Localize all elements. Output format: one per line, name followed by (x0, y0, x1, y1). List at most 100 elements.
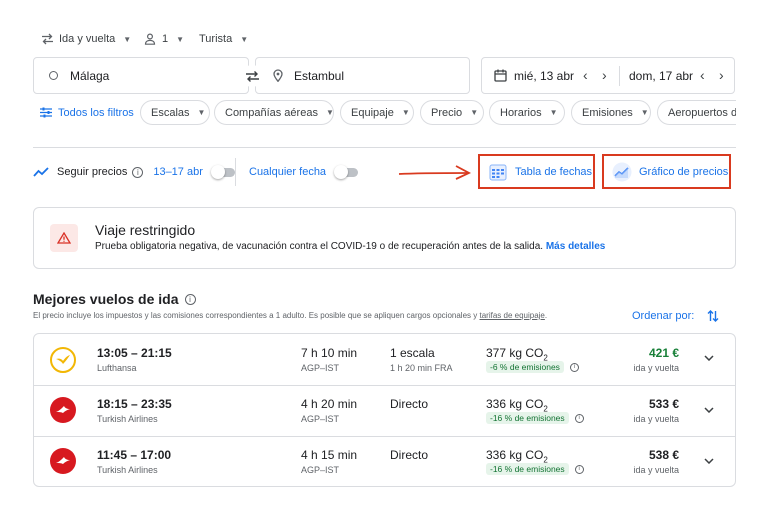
emissions: 377 kg CO2 (486, 346, 548, 362)
chip-label: Compañías aéreas (225, 106, 318, 119)
chevron-down-icon: ▼ (176, 34, 185, 44)
chip-precio[interactable]: Precio ▼ (420, 100, 484, 125)
info-icon[interactable]: i (574, 464, 584, 474)
sort-arrows-icon (707, 309, 719, 323)
filter-chip-bar: Escalas ▼ Compañías aéreas ▼ Equipaje ▼ Pre… (140, 100, 736, 126)
all-filters-label: Todos los filtros (58, 106, 134, 119)
swap-icon (245, 70, 259, 82)
info-icon[interactable]: i (574, 413, 584, 423)
depart-next-icon[interactable]: › (602, 67, 607, 83)
all-filters-button[interactable]: Todos los filtros (40, 104, 134, 121)
chip-escalas[interactable]: Escalas ▼ (140, 100, 210, 125)
duration: 4 h 20 min (301, 397, 358, 411)
price: 538 € (648, 448, 679, 462)
track-dates: 13–17 abr (153, 166, 203, 178)
emissions-delta: -6 % de emisiones i (486, 361, 579, 373)
return-prev-icon[interactable]: ‹ (700, 67, 705, 83)
chip-horarios[interactable]: Horarios ▼ (489, 100, 565, 125)
date-divider (619, 66, 620, 86)
filter-sliders-icon (40, 107, 52, 118)
expand-chevron-icon[interactable] (701, 350, 717, 366)
chip-equipaje[interactable]: Equipaje ▼ (340, 100, 414, 125)
person-icon (143, 32, 157, 46)
chevron-down-icon: ▼ (123, 34, 132, 44)
passengers-count: 1 (162, 33, 169, 45)
depart-prev-icon[interactable]: ‹ (583, 67, 588, 83)
emissions-badge: -16 % de emisiones (486, 412, 569, 424)
divider (33, 147, 736, 148)
info-icon[interactable]: i (132, 166, 144, 178)
route: AGP–IST (301, 465, 340, 475)
airline-name: Turkish Airlines (97, 414, 158, 424)
travel-restriction-banner: Viaje restringido Prueba obligatoria neg… (33, 207, 736, 269)
more-details-link[interactable]: Más detalles (546, 241, 605, 252)
chip-label: Equipaje (351, 106, 394, 119)
destination-value: Estambul (294, 68, 345, 83)
info-icon[interactable]: i (184, 293, 196, 305)
flight-times: 13:05 – 21:15 (97, 346, 172, 360)
sort-button[interactable]: Ordenar por: (632, 309, 719, 323)
annotation-arrow-icon (398, 165, 472, 180)
depart-date[interactable]: mié, 13 abr (494, 58, 574, 93)
any-date-toggle[interactable] (334, 165, 360, 179)
stops: Directo (390, 448, 429, 462)
chevron-down-icon: ▼ (325, 108, 334, 117)
chip-companias[interactable]: Compañías aéreas ▼ (214, 100, 334, 125)
stops: Directo (390, 397, 429, 411)
track-prices-toggle[interactable] (210, 165, 237, 179)
emissions-value: 336 kg CO (486, 397, 544, 411)
chip-emisiones[interactable]: Emisiones ▼ (571, 100, 651, 125)
sort-label: Ordenar por: (632, 310, 695, 322)
date-grid-label: Tabla de fechas (515, 165, 593, 178)
chevron-down-icon: ▼ (240, 34, 249, 44)
emissions: 336 kg CO2 (486, 397, 548, 413)
price: 533 € (648, 397, 679, 411)
flight-row[interactable]: 13:05 – 21:15 Lufthansa 7 h 10 min AGP–I… (34, 334, 735, 385)
chip-label: Emisiones (582, 106, 633, 119)
destination-field[interactable]: Estambul (255, 57, 470, 94)
info-icon[interactable]: i (569, 362, 579, 372)
location-pin-icon (273, 69, 283, 82)
price-graph-button[interactable]: Gráfico de precios (602, 154, 731, 189)
chevron-down-icon: ▼ (470, 108, 479, 117)
warning-icon (50, 224, 78, 252)
trip-type-select[interactable]: Ida y vuelta ▼ (40, 31, 131, 47)
results-title: Mejores vuelos de ida (33, 291, 179, 307)
date-range-field[interactable]: mié, 13 abr ‹ › dom, 17 abr ‹ › (481, 57, 735, 94)
chip-aeropuertos[interactable]: Aeropuertos de (657, 100, 736, 125)
flight-row[interactable]: 11:45 – 17:00 Turkish Airlines 4 h 15 mi… (34, 437, 735, 488)
passengers-select[interactable]: 1 ▼ (143, 31, 184, 47)
chevron-down-icon: ▼ (640, 108, 649, 117)
origin-field[interactable]: Málaga (33, 57, 249, 94)
route: AGP–IST (301, 414, 340, 424)
emissions-value: 336 kg CO (486, 448, 544, 462)
origin-circle-icon (49, 71, 58, 80)
trend-line-icon (33, 167, 49, 177)
route: AGP–IST (301, 363, 340, 373)
origin-value: Málaga (70, 68, 110, 83)
table-grid-icon (489, 163, 507, 181)
results-subtitle: El precio incluye los impuestos y las co… (33, 311, 547, 320)
subtitle-end: . (544, 311, 548, 320)
return-date-value[interactable]: dom, 17 abr (629, 69, 693, 83)
swap-locations-button[interactable] (241, 65, 263, 87)
duration: 7 h 10 min (301, 346, 358, 360)
track-prices-label: Seguir precios (57, 166, 128, 178)
emissions-delta: -16 % de emisiones i (486, 412, 584, 424)
price-label: ida y vuelta (633, 465, 679, 475)
flight-list: 13:05 – 21:15 Lufthansa 7 h 10 min AGP–I… (33, 333, 736, 487)
cabin-select[interactable]: Turista ▼ (199, 31, 248, 47)
expand-chevron-icon[interactable] (701, 402, 717, 418)
emissions-delta: -16 % de emisiones i (486, 463, 584, 475)
baggage-fees-link[interactable]: tarifas de equipaje (479, 311, 544, 320)
expand-chevron-icon[interactable] (701, 453, 717, 469)
restriction-text: Prueba obligatoria negativa, de vacunaci… (95, 241, 605, 252)
trip-type-label: Ida y vuelta (59, 33, 116, 45)
date-grid-button[interactable]: Tabla de fechas (478, 154, 595, 189)
flight-times: 18:15 – 23:35 (97, 397, 172, 411)
return-next-icon[interactable]: › (719, 67, 724, 83)
chevron-down-icon: ▼ (549, 108, 558, 117)
price-graph-icon (612, 162, 632, 182)
restriction-body: Prueba obligatoria negativa, de vacunaci… (95, 241, 544, 252)
flight-row[interactable]: 18:15 – 23:35 Turkish Airlines 4 h 20 mi… (34, 386, 735, 437)
